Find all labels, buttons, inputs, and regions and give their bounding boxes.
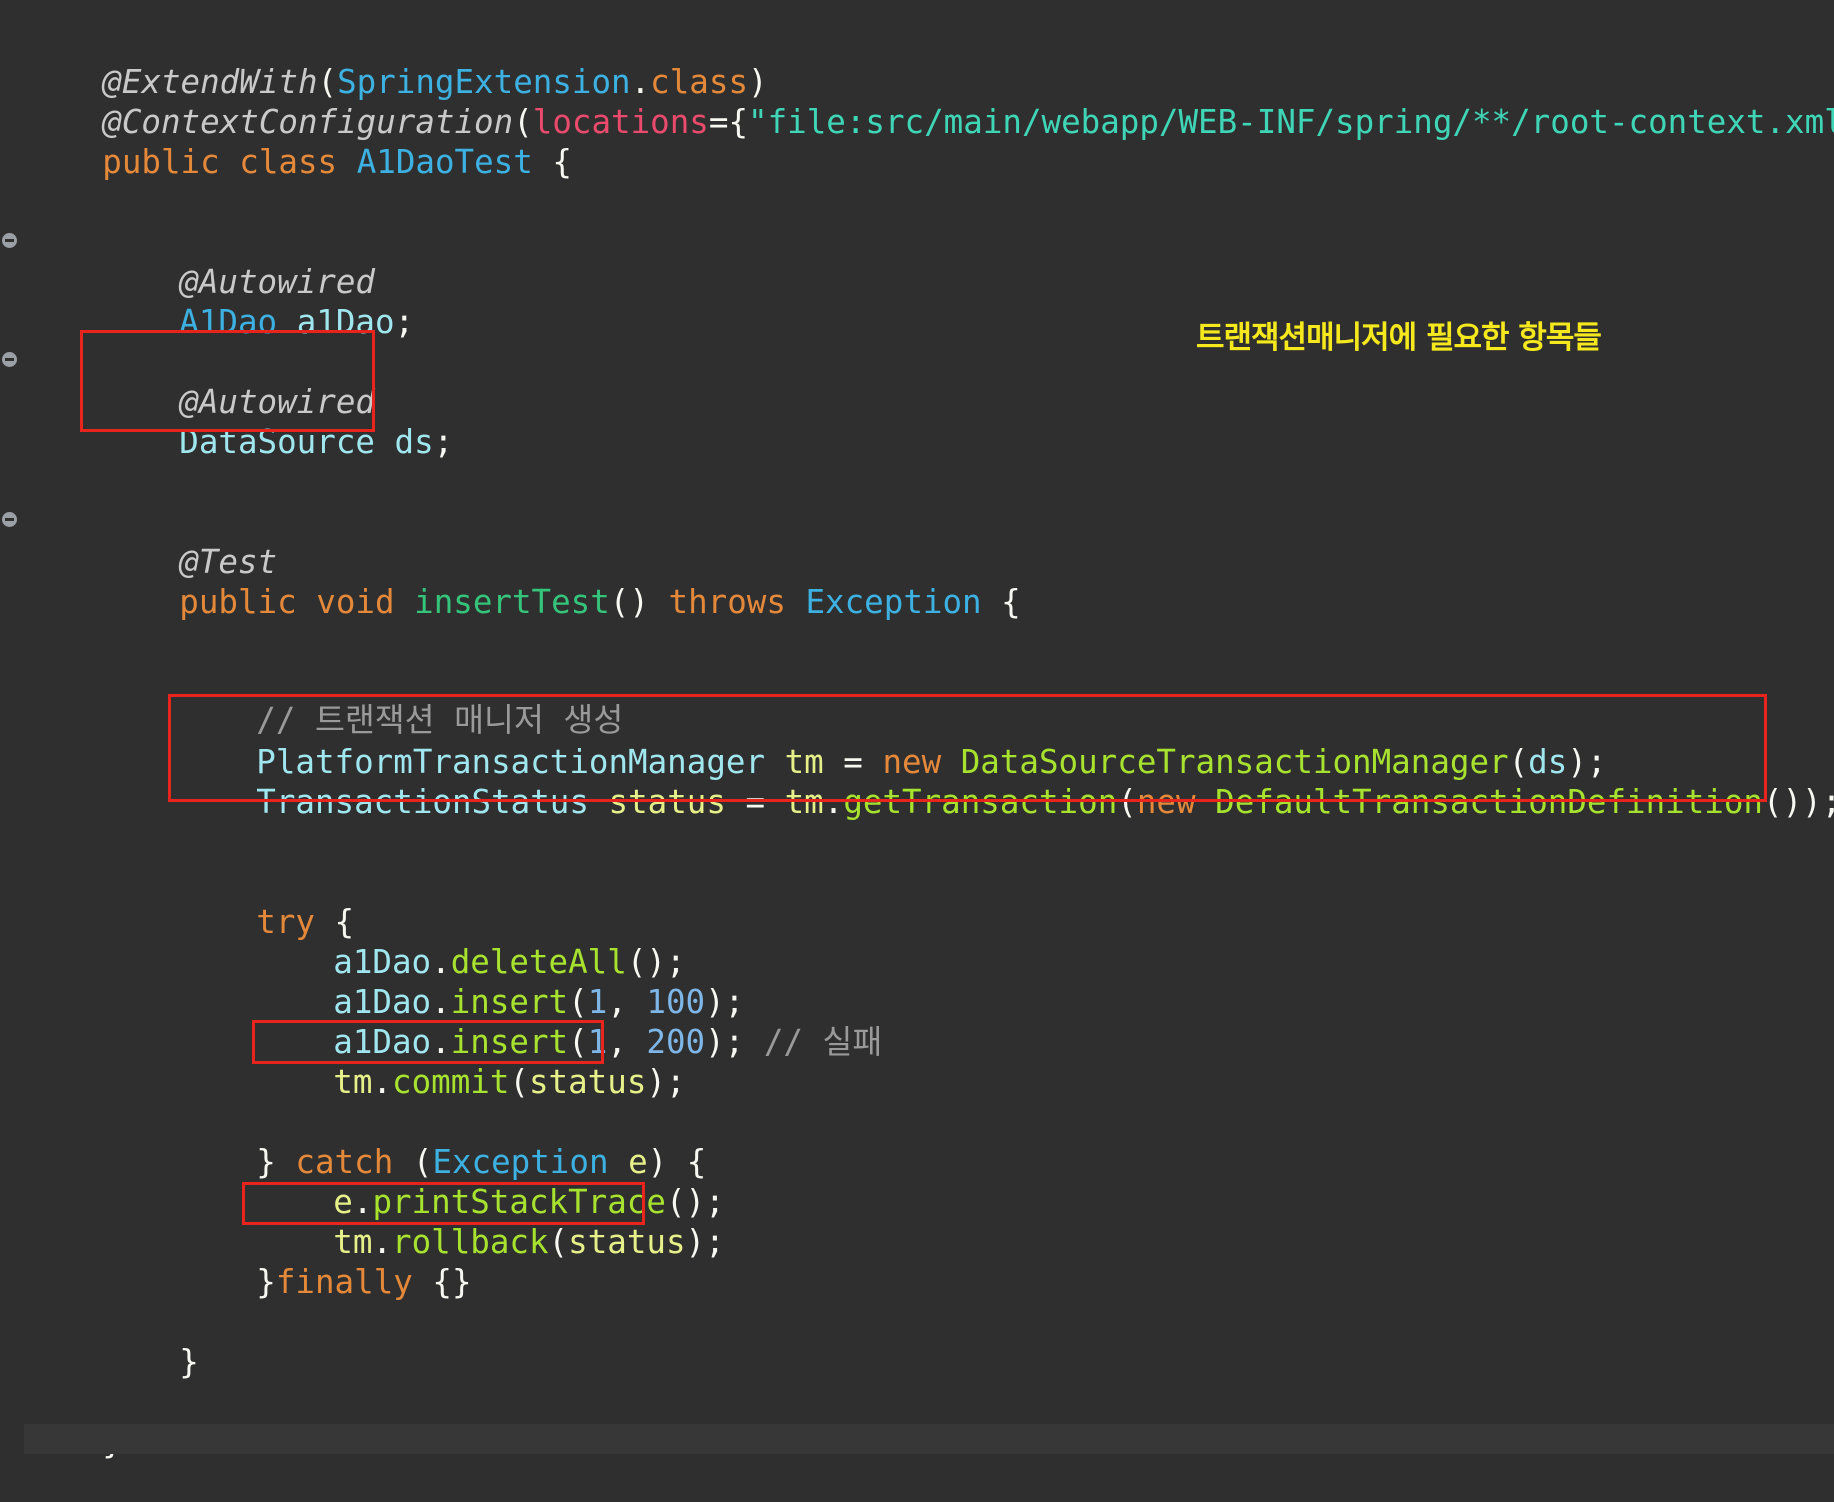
keyword-token: public (179, 583, 297, 621)
type-token: Exception (805, 583, 982, 621)
code-token: ()); (1763, 783, 1834, 821)
code-line-13: try { (178, 862, 354, 941)
code-line-19: e.printStackTrace(); (255, 1142, 724, 1221)
highlight-box-datasource (80, 330, 375, 432)
code-token: () (609, 583, 669, 621)
fold-icon[interactable] (2, 233, 17, 248)
highlight-box-rollback (242, 1182, 645, 1225)
method-name-token: insertTest (414, 583, 610, 621)
keyword-token: public (102, 143, 220, 181)
keyword-token: throws (668, 583, 786, 621)
code-line-4: @Autowired (101, 222, 375, 301)
code-token: } (256, 1263, 276, 1301)
method-call-token: commit (392, 1063, 510, 1101)
code-line-23: } (24, 1382, 122, 1461)
code-line-2: @ContextConfiguration(locations={"file:s… (24, 62, 1834, 141)
code-line-18: } catch (Exception e) { (178, 1102, 706, 1181)
comment-token: // 실패 (763, 1023, 883, 1061)
code-line-1: @ExtendWith(SpringExtension.class) (24, 22, 767, 101)
code-line-9: public void insertTest() throws Exceptio… (101, 542, 1020, 621)
code-line-8: @Test (101, 502, 277, 581)
code-token: ; (394, 303, 415, 341)
code-line-22: } (101, 1302, 199, 1381)
code-line-14: a1Dao.deleteAll(); (255, 902, 685, 981)
fold-icon[interactable] (2, 512, 17, 527)
code-token: ); (685, 1223, 725, 1261)
code-line-5: A1Dao a1Dao; (101, 262, 414, 341)
field-token: ds (394, 423, 434, 461)
code-token: ={ (708, 103, 749, 141)
highlight-box-transaction-manager (168, 694, 1767, 802)
code-token: ; (433, 423, 454, 461)
fold-icon[interactable] (2, 352, 17, 367)
code-token: {} (412, 1263, 472, 1301)
code-token: ( (509, 1063, 529, 1101)
variable-token: status (528, 1063, 647, 1101)
code-token: { (532, 143, 572, 181)
current-line-highlight (24, 1424, 1834, 1454)
code-token: } (179, 1343, 199, 1381)
code-token: ); (705, 1023, 764, 1061)
keyword-token: finally (275, 1263, 413, 1301)
code-token: . (372, 1063, 392, 1101)
keyword-token: class (239, 143, 338, 181)
code-line-15: a1Dao.insert(1, 100); (255, 942, 744, 1021)
highlight-box-commit (252, 1020, 604, 1064)
variable-token: tm (333, 1063, 373, 1101)
code-token: ); (646, 1063, 686, 1101)
code-line-16: a1Dao.insert(1, 200); // 실패 (255, 982, 882, 1061)
annotation-note: 트랜잭션매니저에 필요한 항목들 (1196, 320, 1602, 356)
code-token: { (981, 583, 1021, 621)
code-token: ( (548, 1223, 569, 1261)
code-line-3: public class A1DaoTest { (24, 102, 572, 181)
variable-token: status (568, 1223, 686, 1261)
class-name-token: A1DaoTest (356, 143, 533, 181)
string-token: "file:src/main/webapp/WEB-INF/spring/**/… (748, 103, 1834, 141)
code-editor[interactable]: @ExtendWith(SpringExtension.class) @Cont… (0, 0, 1834, 1461)
keyword-token: void (316, 583, 395, 621)
code-line-21: }finally {} (178, 1222, 471, 1301)
